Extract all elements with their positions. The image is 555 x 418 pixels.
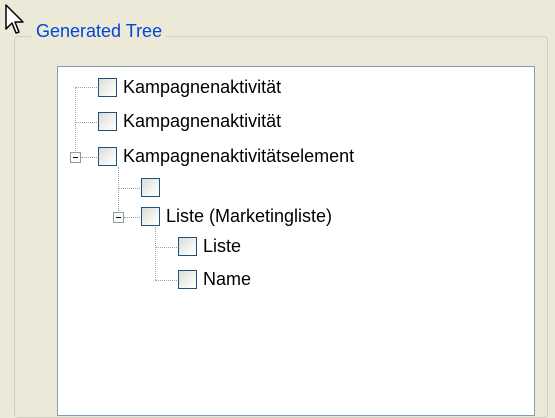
group-title: Generated Tree [32, 20, 167, 42]
checkbox-icon[interactable] [98, 78, 117, 97]
checkbox-icon[interactable] [178, 237, 197, 256]
mouse-cursor-icon [5, 4, 24, 34]
checkbox-icon[interactable] [141, 207, 160, 226]
tree-connector [155, 247, 177, 248]
tree-connector [75, 122, 97, 123]
checkbox-icon[interactable] [98, 147, 117, 166]
tree-connector [118, 167, 119, 217]
tree-node-label[interactable]: Kampagnenaktivität [123, 76, 281, 98]
tree-connector [118, 188, 140, 189]
tree-node-label[interactable]: Kampagnenaktivität [123, 110, 281, 132]
tree-connector [155, 280, 177, 281]
tree-node-label[interactable]: Liste [203, 235, 241, 257]
tree-connector [155, 227, 156, 280]
checkbox-icon[interactable] [178, 270, 197, 289]
tree-connector [75, 87, 97, 88]
collapse-icon[interactable] [70, 152, 81, 163]
tree-node-label[interactable]: Liste (Marketingliste) [166, 205, 332, 227]
tree-node-label[interactable]: Name [203, 268, 251, 290]
tree-connector [81, 157, 97, 158]
collapse-icon[interactable] [113, 212, 124, 223]
tree-view[interactable]: Kampagnenaktivität Kampagnenaktivität Ka… [57, 66, 535, 416]
tree-node-label[interactable]: Kampagnenaktivitätselement [123, 145, 354, 167]
checkbox-icon[interactable] [98, 112, 117, 131]
tree-connector [124, 217, 140, 218]
checkbox-icon[interactable] [141, 178, 160, 197]
